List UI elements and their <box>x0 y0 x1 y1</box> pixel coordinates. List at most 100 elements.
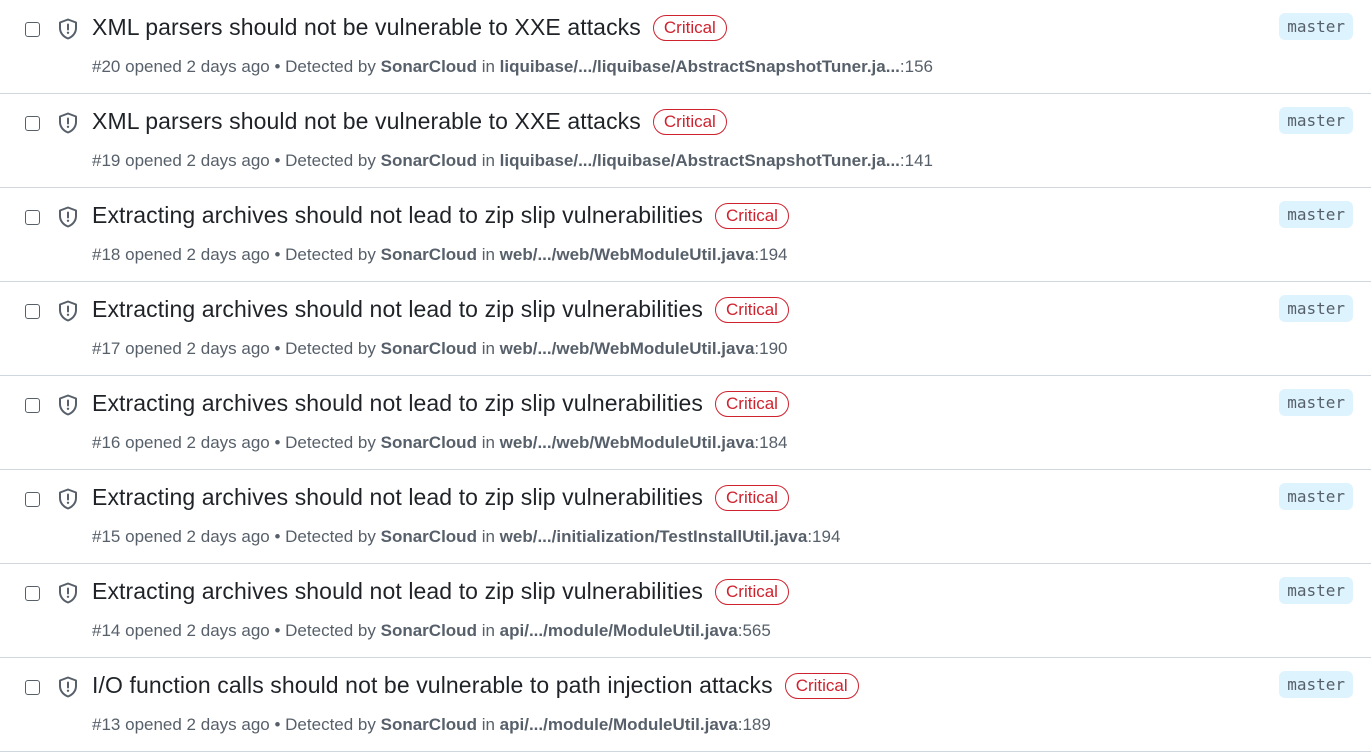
opened-text: opened 2 days ago <box>125 151 270 170</box>
file-path-link[interactable]: web/.../initialization/TestInstallUtil.j… <box>500 527 808 546</box>
opened-text: opened 2 days ago <box>125 715 270 734</box>
title-line: I/O function calls should not be vulnera… <box>92 672 859 699</box>
select-checkbox[interactable] <box>25 680 40 695</box>
alert-row: I/O function calls should not be vulnera… <box>0 658 1371 752</box>
alert-title[interactable]: Extracting archives should not lead to z… <box>92 202 703 229</box>
branch-label[interactable]: master <box>1279 201 1353 228</box>
in-label: in <box>481 151 495 170</box>
title-line: Extracting archives should not lead to z… <box>92 484 789 511</box>
alert-row: XML parsers should not be vulnerable to … <box>0 0 1371 94</box>
detected-by-label: Detected by <box>285 621 376 640</box>
branch-label[interactable]: master <box>1279 13 1353 40</box>
tool-name: SonarCloud <box>380 621 477 640</box>
detected-by-label: Detected by <box>285 57 376 76</box>
select-checkbox[interactable] <box>25 586 40 601</box>
select-checkbox[interactable] <box>25 398 40 413</box>
separator: • <box>274 151 281 170</box>
select-checkbox[interactable] <box>25 22 40 37</box>
severity-badge: Critical <box>652 108 727 135</box>
separator: • <box>274 715 281 734</box>
line-number: :189 <box>737 715 771 734</box>
alert-title[interactable]: XML parsers should not be vulnerable to … <box>92 108 641 135</box>
file-path-link[interactable]: liquibase/.../liquibase/AbstractSnapshot… <box>500 151 900 170</box>
alert-number: #18 <box>92 245 121 264</box>
severity-badge: Critical <box>715 390 789 417</box>
alert-title[interactable]: Extracting archives should not lead to z… <box>92 390 703 417</box>
opened-text: opened 2 days ago <box>125 433 270 452</box>
line-number: :156 <box>899 57 933 76</box>
severity-badge: Critical <box>715 202 789 229</box>
line-number: :194 <box>754 245 788 264</box>
alert-row: Extracting archives should not lead to z… <box>0 376 1371 470</box>
select-checkbox[interactable] <box>25 492 40 507</box>
severity-badge: Critical <box>784 672 859 699</box>
in-label: in <box>481 621 495 640</box>
shield-alert-icon <box>59 206 77 228</box>
file-path-link[interactable]: api/.../module/ModuleUtil.java <box>500 621 738 640</box>
select-checkbox[interactable] <box>25 304 40 319</box>
file-path-link[interactable]: api/.../module/ModuleUtil.java <box>500 715 738 734</box>
detected-by-label: Detected by <box>285 527 376 546</box>
alert-meta: #14 opened 2 days ago • Detected by Sona… <box>92 621 771 641</box>
alert-number: #19 <box>92 151 121 170</box>
detected-by-label: Detected by <box>285 715 376 734</box>
branch-label[interactable]: master <box>1279 483 1353 510</box>
alert-meta: #16 opened 2 days ago • Detected by Sona… <box>92 433 788 453</box>
alert-title[interactable]: Extracting archives should not lead to z… <box>92 296 703 323</box>
separator: • <box>274 339 281 358</box>
opened-text: opened 2 days ago <box>125 621 270 640</box>
line-number: :194 <box>807 527 841 546</box>
in-label: in <box>481 715 495 734</box>
detected-by-label: Detected by <box>285 151 376 170</box>
alert-row: XML parsers should not be vulnerable to … <box>0 94 1371 188</box>
line-number: :141 <box>899 151 933 170</box>
file-path-link[interactable]: web/.../web/WebModuleUtil.java <box>500 339 755 358</box>
alert-number: #16 <box>92 433 121 452</box>
severity-badge: Critical <box>652 14 727 41</box>
select-checkbox[interactable] <box>25 116 40 131</box>
separator: • <box>274 57 281 76</box>
alert-title[interactable]: I/O function calls should not be vulnera… <box>92 672 773 699</box>
line-number: :565 <box>737 621 771 640</box>
alert-number: #15 <box>92 527 121 546</box>
opened-text: opened 2 days ago <box>125 527 270 546</box>
branch-label[interactable]: master <box>1279 577 1353 604</box>
shield-alert-icon <box>59 18 77 40</box>
title-line: XML parsers should not be vulnerable to … <box>92 14 727 41</box>
title-line: Extracting archives should not lead to z… <box>92 390 789 417</box>
in-label: in <box>481 245 495 264</box>
alert-row: Extracting archives should not lead to z… <box>0 282 1371 376</box>
alert-meta: #15 opened 2 days ago • Detected by Sona… <box>92 527 840 547</box>
branch-label[interactable]: master <box>1279 295 1353 322</box>
select-checkbox[interactable] <box>25 210 40 225</box>
detected-by-label: Detected by <box>285 433 376 452</box>
alert-number: #14 <box>92 621 121 640</box>
file-path-link[interactable]: web/.../web/WebModuleUtil.java <box>500 245 755 264</box>
tool-name: SonarCloud <box>380 57 477 76</box>
alert-meta: #18 opened 2 days ago • Detected by Sona… <box>92 245 788 265</box>
alert-number: #17 <box>92 339 121 358</box>
branch-label[interactable]: master <box>1279 671 1353 698</box>
branch-label[interactable]: master <box>1279 389 1353 416</box>
in-label: in <box>481 433 495 452</box>
tool-name: SonarCloud <box>380 527 477 546</box>
alert-title[interactable]: Extracting archives should not lead to z… <box>92 578 703 605</box>
branch-label[interactable]: master <box>1279 107 1353 134</box>
in-label: in <box>481 57 495 76</box>
alert-meta: #13 opened 2 days ago • Detected by Sona… <box>92 715 771 735</box>
opened-text: opened 2 days ago <box>125 245 270 264</box>
alert-row: Extracting archives should not lead to z… <box>0 564 1371 658</box>
in-label: in <box>481 527 495 546</box>
title-line: Extracting archives should not lead to z… <box>92 202 789 229</box>
opened-text: opened 2 days ago <box>125 339 270 358</box>
line-number: :190 <box>754 339 788 358</box>
shield-alert-icon <box>59 582 77 604</box>
tool-name: SonarCloud <box>380 433 477 452</box>
file-path-link[interactable]: liquibase/.../liquibase/AbstractSnapshot… <box>500 57 900 76</box>
file-path-link[interactable]: web/.../web/WebModuleUtil.java <box>500 433 755 452</box>
alert-title[interactable]: XML parsers should not be vulnerable to … <box>92 14 641 41</box>
alert-title[interactable]: Extracting archives should not lead to z… <box>92 484 703 511</box>
severity-badge: Critical <box>715 484 789 511</box>
line-number: :184 <box>754 433 788 452</box>
separator: • <box>274 527 281 546</box>
